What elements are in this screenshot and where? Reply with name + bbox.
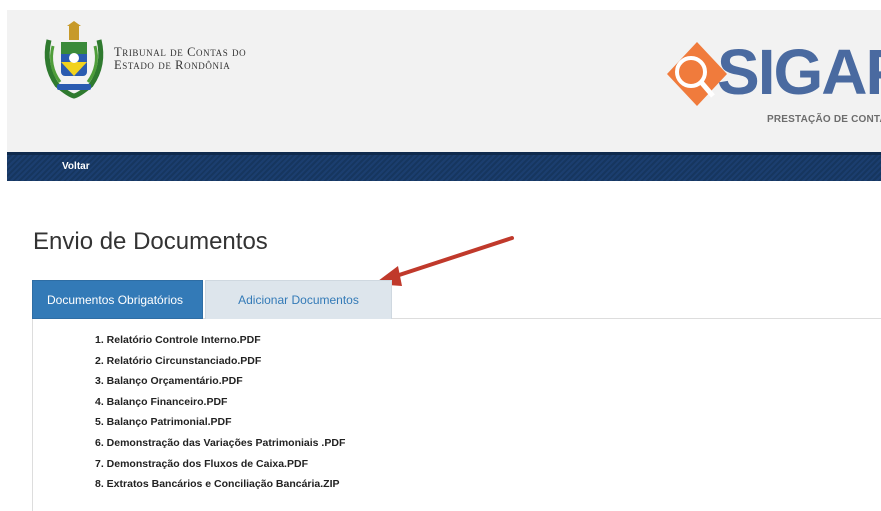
back-link[interactable]: Voltar [62,161,90,172]
tab-documentos-obrigatorios[interactable]: Documentos Obrigatórios [32,280,203,319]
list-item: 5. Balanço Patrimonial.PDF [95,416,232,429]
tab-adicionar-documentos[interactable]: Adicionar Documentos [205,280,392,319]
page-title: Envio de Documentos [33,228,268,255]
list-item: 1. Relatório Controle Interno.PDF [95,334,261,346]
navbar: Voltar [7,152,881,181]
tab-panel: 1. Relatório Controle Interno.PDF 2. Rel… [32,319,881,511]
sigap-logo-text: SIGAP [717,36,881,108]
list-item: 4. Balanço Financeiro.PDF [95,395,228,408]
organization-name: Tribunal de Contas do Estado de Rondônia [114,46,246,72]
document-list: 1. Relatório Controle Interno.PDF 2. Rel… [95,334,345,499]
list-item: 6. Demonstração das Variações Patrimonia… [95,436,346,449]
list-item: 7. Demonstração dos Fluxos de Caixa.PDF [95,457,308,470]
list-item: 2. Relatório Circunstanciado.PDF [95,354,262,367]
page: Tribunal de Contas do Estado de Rondônia… [0,0,881,511]
state-crest-icon [44,21,104,99]
org-name-line2: Estado de Rondônia [114,58,231,72]
sigap-logo: SIGAP [667,36,881,108]
list-item: 8. Extratos Bancários e Conciliação Banc… [95,478,340,491]
sigap-subtitle: PRESTAÇÃO DE CONTA [767,114,881,125]
header: Tribunal de Contas do Estado de Rondônia… [7,10,881,152]
tab-bar: Documentos Obrigatórios Adicionar Docume… [32,280,881,319]
list-item: 3. Balanço Orçamentário.PDF [95,375,243,388]
